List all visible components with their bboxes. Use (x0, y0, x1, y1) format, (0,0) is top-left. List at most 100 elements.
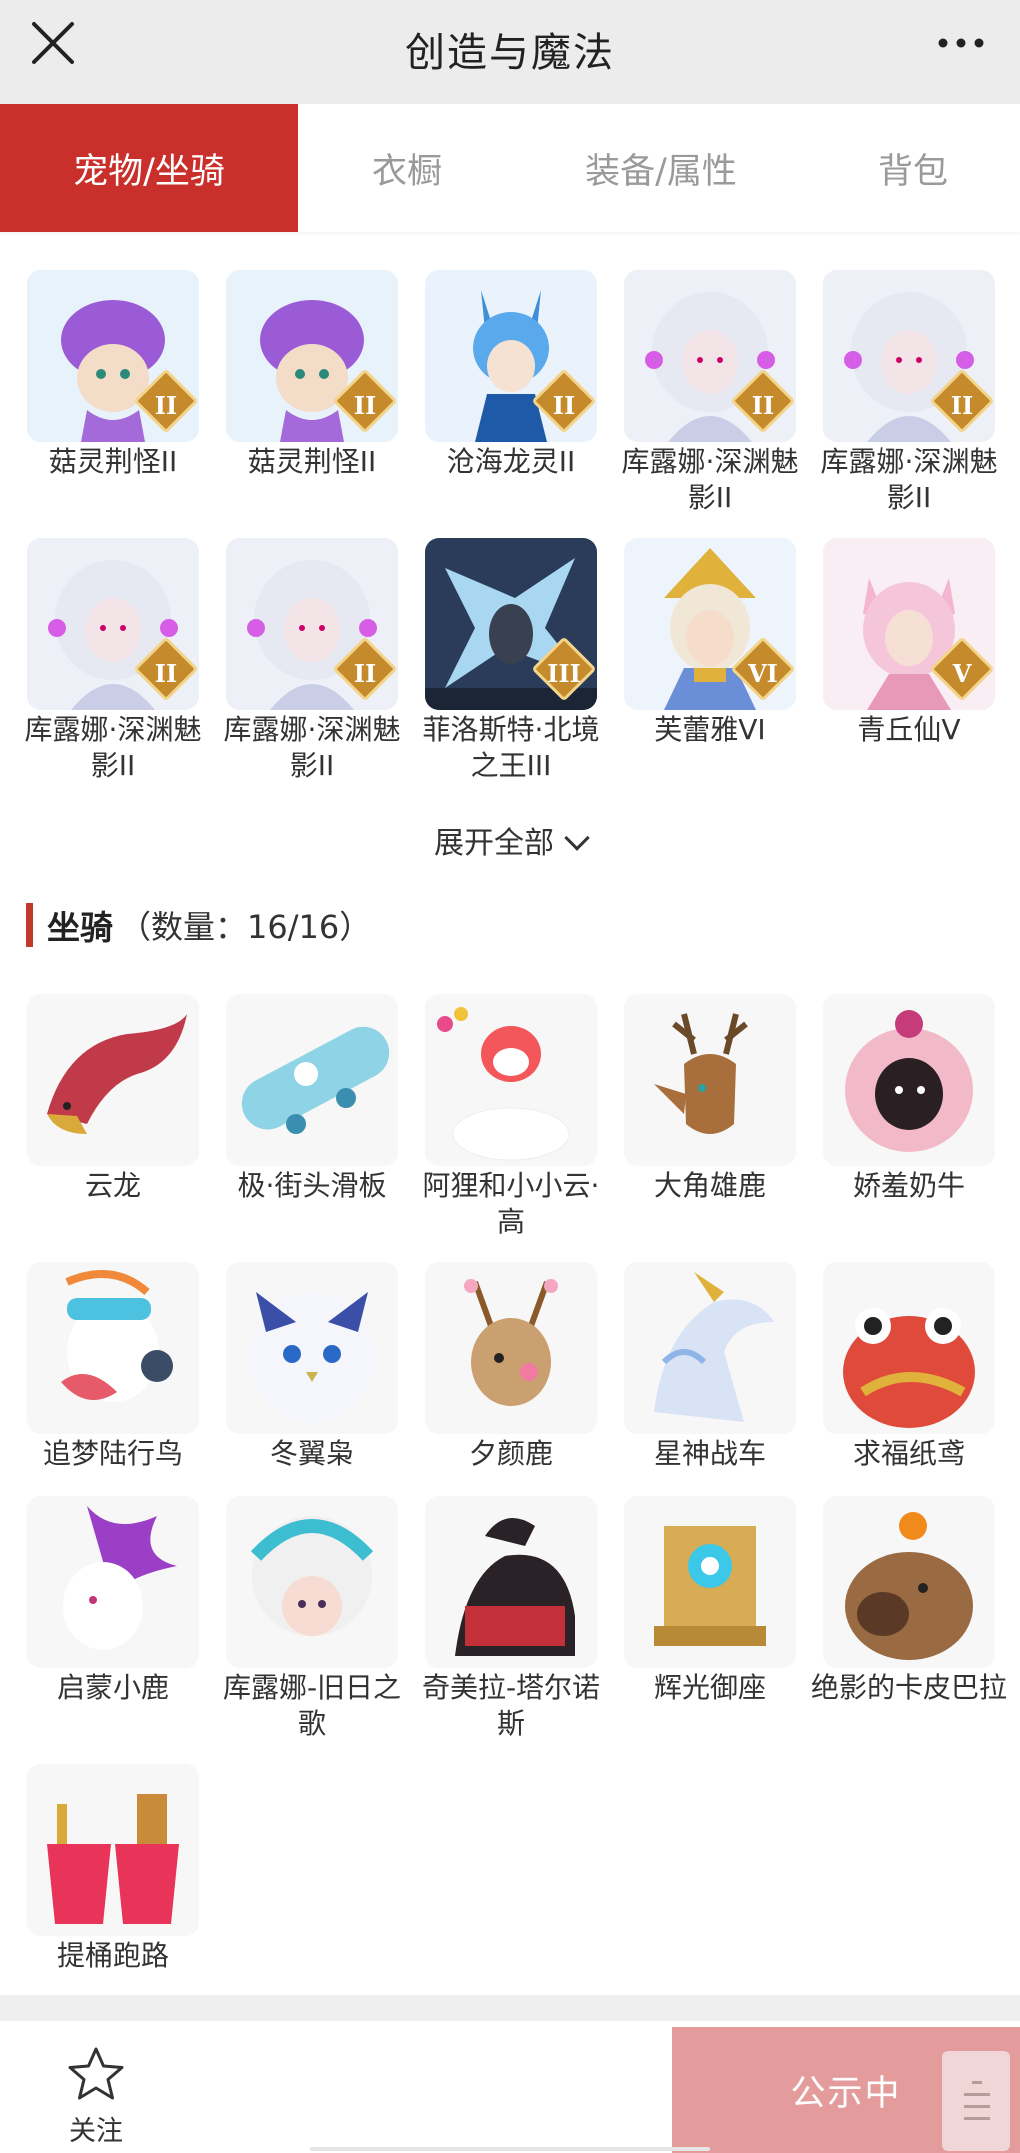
pet-item[interactable]: II 菇灵荆怪II (27, 270, 199, 480)
mount-name: 启蒙小鹿 (56, 1671, 169, 1704)
pet-name: 库露娜·深渊魅影II (24, 713, 202, 782)
mount-item[interactable]: 库露娜-旧日之歌 (223, 1496, 401, 1742)
top-bar: 创造与魔法 (0, 0, 1020, 104)
mount-name: 库露娜-旧日之歌 (222, 1671, 402, 1740)
pink-cow-icon (823, 994, 995, 1166)
blossom-deer-icon (425, 1262, 597, 1434)
ice-horse-icon (624, 1262, 796, 1434)
tier-badge: V (952, 659, 972, 688)
pet-item[interactable]: V 青丘仙V (823, 538, 995, 748)
tier-badge: II (552, 391, 576, 420)
tab-equipment[interactable]: 装备/属性 (516, 104, 806, 232)
mount-item[interactable]: 阿狸和小小云·高 (423, 994, 599, 1240)
pet-name: 沧海龙灵II (446, 445, 576, 478)
mount-name: 娇羞奶牛 (852, 1169, 965, 1202)
red-buckets-icon (27, 1764, 199, 1936)
star-icon (68, 2047, 124, 2100)
cloud-girl-icon (226, 1496, 398, 1668)
pet-name: 库露娜·深渊魅影II (223, 713, 401, 782)
bottom-bar: 关注 公示中 (0, 2021, 1020, 2153)
pet-item[interactable]: II 库露娜·深渊魅影II (25, 538, 201, 784)
mount-item[interactable]: 奇美拉-塔尔诺斯 (422, 1496, 600, 1742)
golden-throne-icon (624, 1496, 796, 1668)
mount-item[interactable]: 启蒙小鹿 (27, 1496, 199, 1706)
purple-mushroom-creature-icon: II (226, 270, 398, 442)
mount-name: 绝影的卡皮巴拉 (810, 1671, 1007, 1704)
tab-backpack[interactable]: 背包 (806, 104, 1020, 232)
pet-item[interactable]: III 菲洛斯特·北境之王III (423, 538, 599, 784)
mount-name: 提桶跑路 (56, 1939, 169, 1972)
pet-item[interactable]: II 库露娜·深渊魅影II (622, 270, 798, 516)
section-count: （数量：16/16） (119, 908, 372, 946)
mount-name: 阿狸和小小云·高 (422, 1169, 600, 1238)
purple-mushroom-creature-icon: II (27, 270, 199, 442)
skateboard-icon (226, 994, 398, 1166)
pet-name: 菲洛斯特·北境之王III (422, 713, 600, 782)
mount-item[interactable]: 辉光御座 (624, 1496, 796, 1706)
pet-item[interactable]: II 库露娜·深渊魅影II (224, 538, 400, 784)
pet-name: 菇灵荆怪II (247, 445, 377, 478)
mount-item[interactable]: 星神战车 (624, 1262, 796, 1472)
section-accent-bar (26, 903, 33, 947)
mount-item[interactable]: 云龙 (27, 994, 199, 1204)
scroll-to-top-handle[interactable] (942, 2051, 1010, 2151)
ostrich-headphones-icon (27, 1262, 199, 1434)
tier-badge: II (751, 391, 775, 420)
mount-name: 云龙 (84, 1169, 141, 1202)
mount-name: 求福纸鸢 (852, 1437, 965, 1470)
tier-badge: VI (748, 659, 778, 688)
pet-item[interactable]: VI 芙蕾雅VI (624, 538, 796, 748)
tab-pets-mounts[interactable]: 宠物/坐骑 (0, 104, 298, 232)
section-title: 坐骑 (47, 908, 113, 947)
goldfish-kite-icon (823, 1262, 995, 1434)
mount-item[interactable]: 极·街头滑板 (226, 994, 398, 1204)
chimera-icon (425, 1496, 597, 1668)
page-title: 创造与魔法 (405, 30, 615, 76)
mount-name: 星神战车 (653, 1437, 766, 1470)
follow-label: 关注 (69, 2116, 123, 2147)
red-dragon-icon (27, 994, 199, 1166)
more-options-icon[interactable] (936, 28, 986, 58)
follow-button[interactable]: 关注 (56, 2045, 136, 2148)
expand-all-label: 展开全部 (434, 826, 554, 861)
chevron-down-icon (564, 825, 590, 851)
white-haired-spirit-icon: II (624, 270, 796, 442)
mounts-section-header: 坐骑 （数量：16/16） (26, 902, 371, 948)
expand-all-button[interactable]: 展开全部 (0, 818, 1020, 862)
white-haired-spirit-icon: II (27, 538, 199, 710)
tier-badge: II (353, 391, 377, 420)
tab-wardrobe[interactable]: 衣橱 (298, 104, 516, 232)
white-haired-spirit-icon: II (823, 270, 995, 442)
mount-item[interactable]: 大角雄鹿 (624, 994, 796, 1204)
pet-item[interactable]: II 库露娜·深渊魅影II (821, 270, 997, 516)
pet-item[interactable]: II 沧海龙灵II (425, 270, 597, 480)
mount-item[interactable]: 提桶跑路 (27, 1764, 199, 1974)
white-haired-spirit-icon: II (226, 538, 398, 710)
tier-badge: III (547, 659, 581, 688)
mount-item[interactable]: 夕颜鹿 (425, 1262, 597, 1472)
mount-item[interactable]: 求福纸鸢 (823, 1262, 995, 1472)
mount-name: 极·街头滑板 (237, 1169, 387, 1202)
divider (0, 1995, 1020, 2021)
mount-name: 大角雄鹿 (653, 1169, 766, 1202)
mount-name: 夕颜鹿 (468, 1437, 553, 1470)
tier-badge: II (154, 391, 178, 420)
mount-name: 追梦陆行鸟 (42, 1437, 183, 1470)
stag-icon (624, 994, 796, 1166)
pet-item[interactable]: II 菇灵荆怪II (226, 270, 398, 480)
mount-item[interactable]: 追梦陆行鸟 (27, 1262, 199, 1472)
home-indicator (310, 2147, 710, 2151)
mount-item[interactable]: 娇羞奶牛 (823, 994, 995, 1204)
pet-name: 菇灵荆怪II (48, 445, 178, 478)
mount-name: 奇美拉-塔尔诺斯 (421, 1671, 601, 1740)
golden-helm-maiden-icon: VI (624, 538, 796, 710)
fox-on-cloud-icon (425, 994, 597, 1166)
tier-badge: II (154, 659, 178, 688)
mount-item[interactable]: 冬翼枭 (226, 1262, 398, 1472)
mount-item[interactable]: 绝影的卡皮巴拉 (811, 1496, 1007, 1706)
tab-bar: 宠物/坐骑 衣橱 装备/属性 背包 (0, 104, 1020, 232)
tier-badge: II (353, 659, 377, 688)
status-label: 公示中 (790, 2073, 902, 2114)
tier-badge: II (950, 391, 974, 420)
capybara-icon (823, 1496, 995, 1668)
